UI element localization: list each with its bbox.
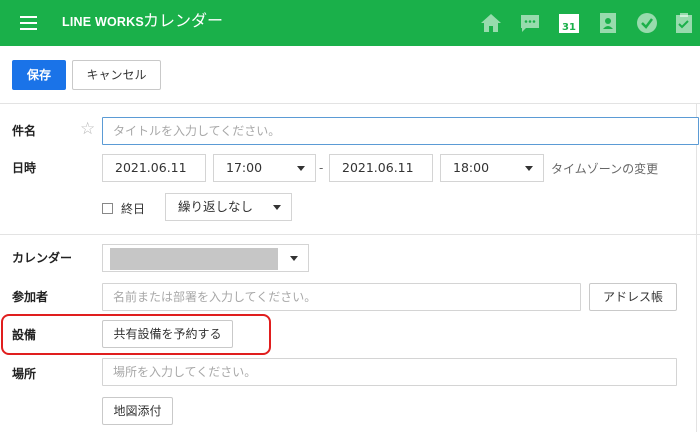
repeat-select[interactable]: 繰り返しなし <box>165 193 292 221</box>
brand-logo: LINE WORKS <box>62 15 144 29</box>
clipboard-icon[interactable] <box>672 11 696 35</box>
subject-label: 件名 <box>12 124 37 138</box>
allday-checkbox[interactable] <box>102 203 113 214</box>
chevron-down-icon <box>525 166 533 171</box>
start-time-select[interactable]: 17:00 <box>213 154 316 182</box>
calendar-icon-day: 31 <box>562 22 576 33</box>
range-separator: - <box>319 161 324 175</box>
right-border-lower <box>696 235 697 432</box>
address-book-button[interactable]: アドレス帳 <box>589 283 677 311</box>
allday-label: 終日 <box>121 202 146 216</box>
chevron-down-icon <box>273 205 281 210</box>
participants-label: 参加者 <box>12 290 49 304</box>
calendar-icon[interactable]: 31 <box>557 11 581 35</box>
datetime-label: 日時 <box>12 161 37 175</box>
end-time-value: 18:00 <box>453 160 490 175</box>
task-check-icon[interactable] <box>635 11 659 35</box>
location-field[interactable] <box>102 358 677 386</box>
star-icon[interactable]: ☆ <box>80 119 95 139</box>
app-title: カレンダー <box>143 11 224 30</box>
start-time-value: 17:00 <box>226 160 263 175</box>
contacts-icon[interactable] <box>596 11 620 35</box>
location-label: 場所 <box>12 367 37 381</box>
cancel-button[interactable]: キャンセル <box>72 60 161 90</box>
calendar-value-redacted <box>110 248 278 270</box>
start-date-field[interactable]: 2021.06.11 <box>102 154 206 182</box>
timezone-link[interactable]: タイムゾーンの変更 <box>551 160 658 177</box>
home-icon[interactable] <box>479 11 503 35</box>
attach-map-button[interactable]: 地図添付 <box>102 397 173 425</box>
repeat-value: 繰り返しなし <box>178 199 254 214</box>
chevron-down-icon <box>297 166 305 171</box>
highlight-annotation <box>1 314 271 355</box>
divider-middle <box>0 234 700 235</box>
divider-top <box>0 103 700 104</box>
subject-field[interactable] <box>102 117 699 145</box>
save-button[interactable]: 保存 <box>12 60 66 90</box>
end-date-field[interactable]: 2021.06.11 <box>329 154 433 182</box>
participants-input[interactable] <box>103 284 580 310</box>
calendar-label: カレンダー <box>12 251 73 265</box>
location-input[interactable] <box>103 359 676 385</box>
message-icon[interactable] <box>518 11 542 35</box>
menu-icon[interactable] <box>20 16 37 30</box>
top-bar: LINE WORKS カレンダー 31 <box>0 0 700 46</box>
participants-field[interactable] <box>102 283 581 311</box>
end-time-select[interactable]: 18:00 <box>440 154 544 182</box>
subject-input[interactable] <box>103 118 698 144</box>
chevron-down-icon <box>290 256 298 261</box>
